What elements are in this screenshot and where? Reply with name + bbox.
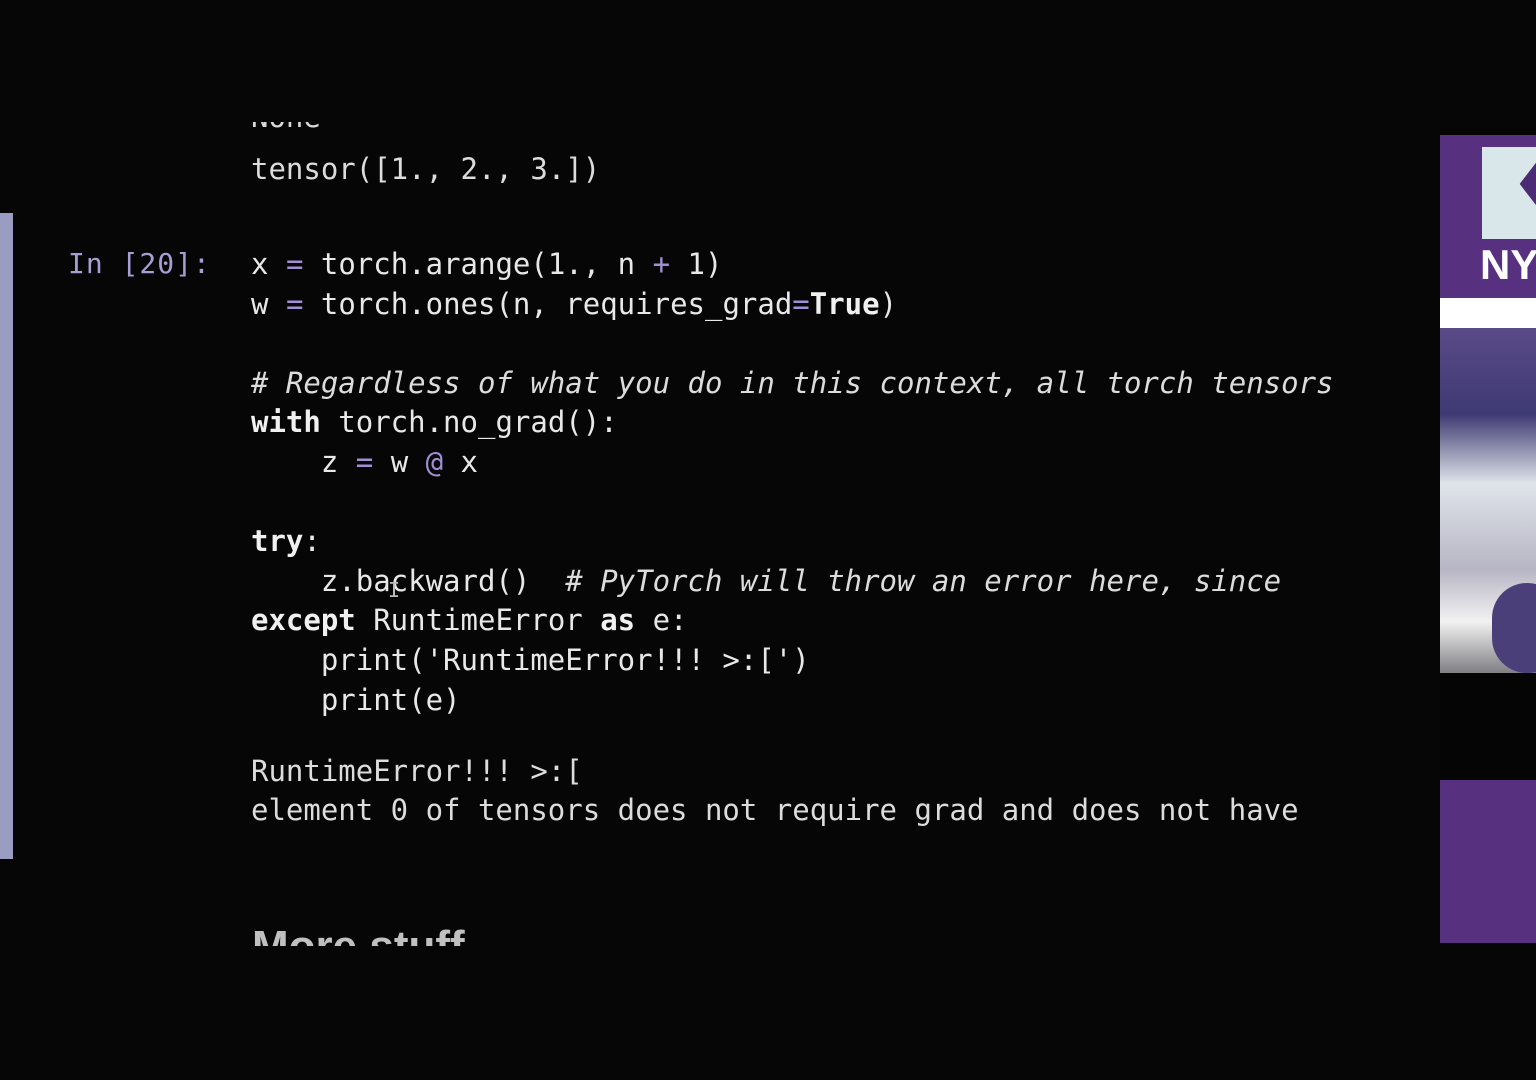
logo-text: NY xyxy=(1480,241,1536,288)
code-line-backward: z.backward() # PyTorch will throw an err… xyxy=(251,564,1282,598)
cell-output-line-1: RuntimeError!!! >:[ xyxy=(251,754,583,788)
code-line-2: w = torch.ones(n, requires_grad=True) xyxy=(251,287,898,321)
code-line-1: x = torch.arange(1., n + 1) xyxy=(251,247,723,281)
logo-box: ♦ xyxy=(1482,147,1536,239)
partial-text: None xyxy=(251,122,321,134)
torch-icon: ♦ xyxy=(1510,151,1536,219)
cell-prompt: In [20]: xyxy=(68,247,211,280)
previous-output: tensor([1., 2., 3.]) xyxy=(251,152,601,186)
code-line-comment: # Regardless of what you do in this cont… xyxy=(251,366,1334,400)
code-line-print-1: print('RuntimeError!!! >:[') xyxy=(251,643,810,677)
code-line-matmul: z = w @ x xyxy=(251,445,479,479)
active-cell-indicator xyxy=(0,213,13,859)
previous-output-partial: None xyxy=(251,122,321,140)
code-line-except: except RuntimeError as e: xyxy=(251,603,688,637)
code-line-print-2: print(e) xyxy=(251,683,461,717)
webcam-shadow xyxy=(1440,673,1536,780)
video-overlay: ♦ NY xyxy=(1440,135,1536,943)
nyu-logo-block: ♦ NY xyxy=(1440,135,1536,298)
cell-output-line-2: element 0 of tensors does not require gr… xyxy=(251,793,1299,827)
code-line-try: try: xyxy=(251,524,321,558)
webcam-figure xyxy=(1492,583,1536,673)
brand-panel xyxy=(1440,780,1536,943)
code-line-with: with torch.no_grad(): xyxy=(251,405,618,439)
section-heading: More stuff xyxy=(252,916,465,946)
text-cursor-icon: I xyxy=(388,578,401,602)
